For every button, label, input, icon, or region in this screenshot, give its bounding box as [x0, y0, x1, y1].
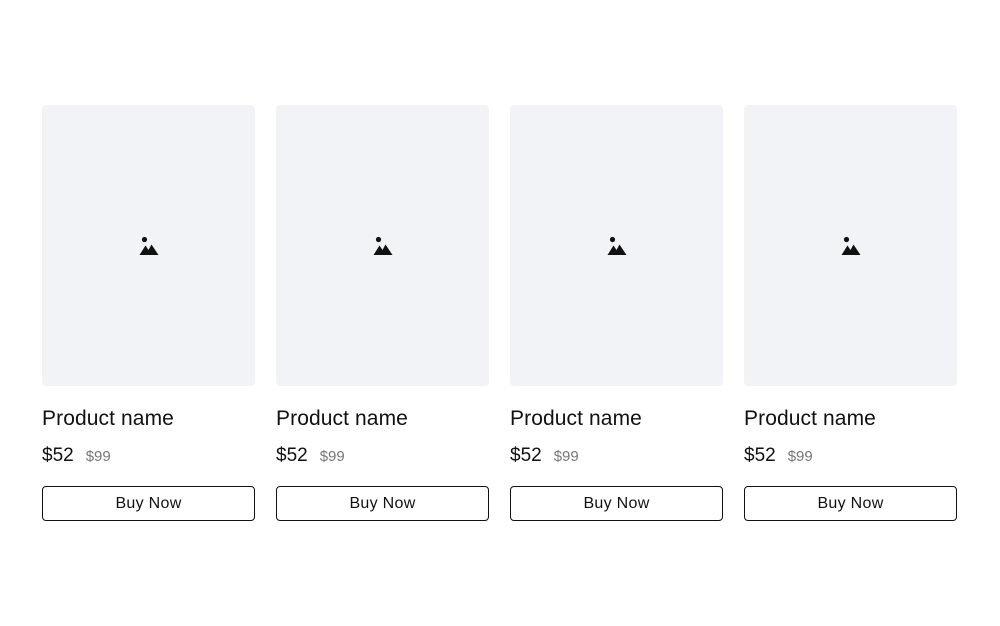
- product-card: Product name $52 $99 Buy Now: [510, 105, 723, 521]
- product-old-price: $99: [553, 448, 579, 465]
- product-grid: Product name $52 $99 Buy Now Product nam…: [42, 105, 958, 521]
- product-image[interactable]: [276, 105, 489, 386]
- buy-now-button[interactable]: Buy Now: [42, 486, 255, 521]
- product-old-price: $99: [319, 448, 345, 465]
- product-image[interactable]: [744, 105, 957, 386]
- product-card: Product name $52 $99 Buy Now: [744, 105, 957, 521]
- product-price: $52: [42, 445, 74, 466]
- product-name[interactable]: Product name: [276, 406, 489, 431]
- product-card: Product name $52 $99 Buy Now: [42, 105, 255, 521]
- buy-now-button[interactable]: Buy Now: [276, 486, 489, 521]
- product-name[interactable]: Product name: [42, 406, 255, 431]
- price-row: $52 $99: [276, 444, 489, 468]
- buy-now-button[interactable]: Buy Now: [510, 486, 723, 521]
- product-price: $52: [744, 445, 776, 466]
- product-image[interactable]: [42, 105, 255, 386]
- image-placeholder-icon: [841, 236, 860, 255]
- product-name[interactable]: Product name: [744, 406, 957, 431]
- product-old-price: $99: [85, 448, 111, 465]
- product-name[interactable]: Product name: [510, 406, 723, 431]
- image-placeholder-icon: [139, 236, 158, 255]
- image-placeholder-icon: [607, 236, 626, 255]
- product-price: $52: [276, 445, 308, 466]
- price-row: $52 $99: [42, 444, 255, 468]
- price-row: $52 $99: [510, 444, 723, 468]
- price-row: $52 $99: [744, 444, 957, 468]
- product-price: $52: [510, 445, 542, 466]
- image-placeholder-icon: [373, 236, 392, 255]
- product-old-price: $99: [787, 448, 813, 465]
- buy-now-button[interactable]: Buy Now: [744, 486, 957, 521]
- product-image[interactable]: [510, 105, 723, 386]
- product-card: Product name $52 $99 Buy Now: [276, 105, 489, 521]
